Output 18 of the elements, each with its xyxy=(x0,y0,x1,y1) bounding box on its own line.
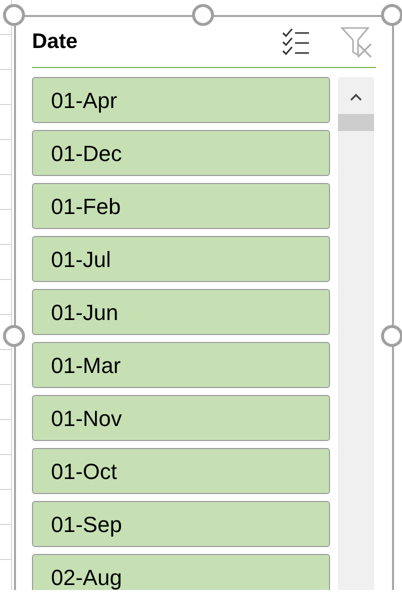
scroll-up-icon[interactable] xyxy=(350,93,362,101)
slicer-item[interactable]: 01-Feb xyxy=(32,183,330,229)
slicer-item[interactable]: 01-Jun xyxy=(32,289,330,335)
clear-filter-icon[interactable] xyxy=(340,26,374,58)
slicer-item[interactable]: 02-Aug xyxy=(32,554,330,590)
slicer-title: Date xyxy=(32,29,78,56)
scroll-thumb[interactable] xyxy=(338,114,374,131)
slicer-item[interactable]: 01-Nov xyxy=(32,395,330,441)
slicer-item[interactable]: 01-Sep xyxy=(32,501,330,547)
slicer-item[interactable]: 01-Mar xyxy=(32,342,330,388)
slicer-item[interactable]: 01-Dec xyxy=(32,130,330,176)
slicer-item[interactable]: 01-Apr xyxy=(32,77,330,123)
resize-handle[interactable] xyxy=(381,4,402,26)
multi-select-icon[interactable] xyxy=(280,27,312,57)
slicer-item[interactable]: 01-Oct xyxy=(32,448,330,494)
scrollbar[interactable] xyxy=(338,77,374,590)
slicer-item[interactable]: 01-Jul xyxy=(32,236,330,282)
resize-handle[interactable] xyxy=(192,4,214,26)
